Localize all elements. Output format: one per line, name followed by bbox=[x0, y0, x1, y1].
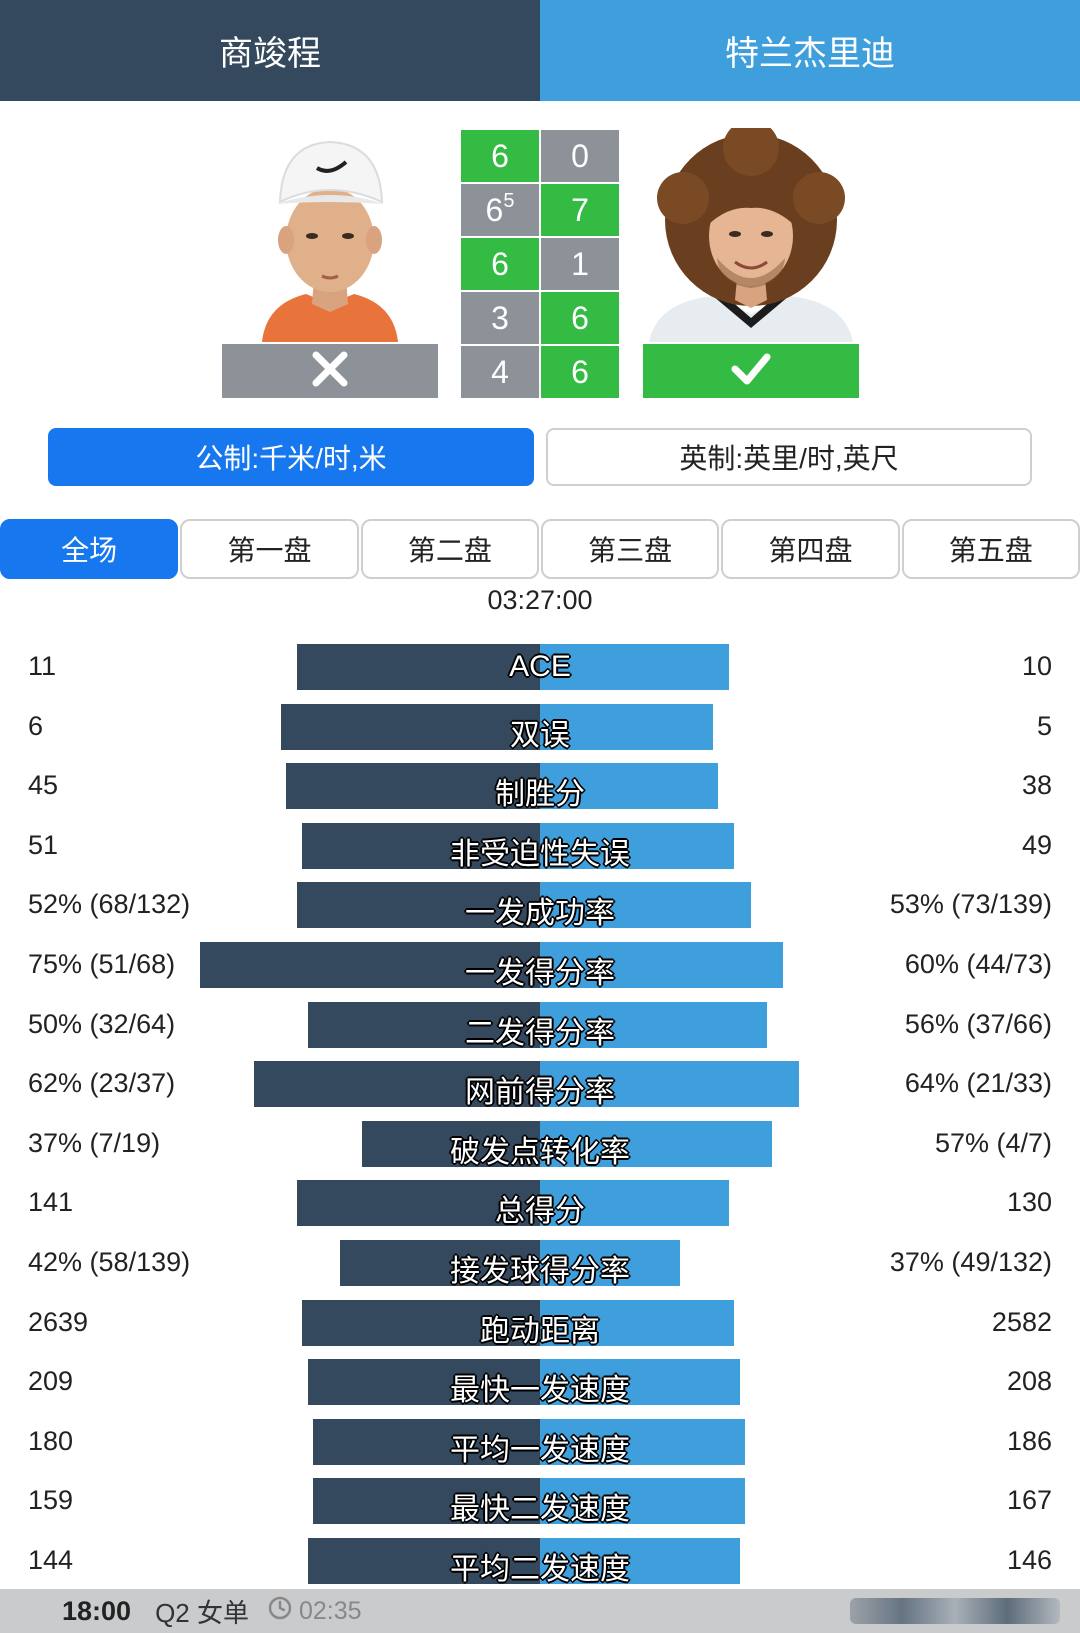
set-score-grid: 60657613646 bbox=[461, 130, 621, 400]
stat-label: 总得分 bbox=[495, 1195, 585, 1229]
match-duration: 03:27:00 bbox=[487, 585, 593, 615]
tab-set-3[interactable]: 第三盘 bbox=[540, 519, 720, 579]
bottom-ticker[interactable]: 18:00 Q2 女单 02:35 bbox=[0, 1589, 1080, 1633]
player1-set-score: 6 bbox=[461, 238, 539, 290]
player-header: 商竣程 特兰杰里迪 bbox=[0, 0, 1080, 101]
stat-row: 2639 2582 跑动距离 bbox=[0, 1296, 1080, 1356]
ticker-tournament: Q2 女单 bbox=[155, 1597, 249, 1628]
tiebreak-score: 5 bbox=[503, 190, 515, 212]
ticker-time: 18:00 bbox=[62, 1595, 132, 1626]
player2-set-score: 7 bbox=[541, 184, 619, 236]
player1-set-score: 6 bbox=[461, 130, 539, 182]
clock-icon bbox=[267, 1595, 299, 1628]
stat-row: 37% (7/19) 57% (4/7) 破发点转化率 bbox=[0, 1117, 1080, 1177]
set-score-row: 657 bbox=[461, 184, 621, 236]
player1-name-tab[interactable]: 商竣程 bbox=[0, 0, 540, 101]
tab-set-1[interactable]: 第一盘 bbox=[180, 519, 359, 579]
player2-set-score: 6 bbox=[541, 292, 619, 344]
stat-row: 62% (23/37) 64% (21/33) 网前得分率 bbox=[0, 1057, 1080, 1117]
player2-set-score: 1 bbox=[541, 238, 619, 290]
stat-row: 144 146 平均二发速度 bbox=[0, 1534, 1080, 1594]
ticker-elapsed-text: 02:35 bbox=[298, 1596, 362, 1625]
stat-row: 50% (32/64) 56% (37/66) 二发得分率 bbox=[0, 998, 1080, 1058]
stat-label: 双误 bbox=[510, 718, 570, 752]
set-score-row: 46 bbox=[461, 346, 621, 398]
stat-row: 75% (51/68) 60% (44/73) 一发得分率 bbox=[0, 938, 1080, 998]
set-score-row: 60 bbox=[461, 130, 621, 182]
player1-photo bbox=[222, 128, 438, 342]
stat-label: ACE bbox=[509, 650, 571, 683]
set-score-row: 61 bbox=[461, 238, 621, 290]
ticker-elapsed: 02:35 bbox=[267, 1595, 362, 1628]
check-icon bbox=[729, 349, 773, 394]
stat-row: 209 208 最快一发速度 bbox=[0, 1355, 1080, 1415]
player2-photo bbox=[643, 128, 859, 342]
tab-full-match[interactable]: 全场 bbox=[0, 519, 179, 579]
cross-icon bbox=[310, 349, 350, 394]
tab-set-4[interactable]: 第四盘 bbox=[721, 519, 900, 579]
set-score-row: 36 bbox=[461, 292, 621, 344]
ticker-blurred-content bbox=[850, 1598, 1060, 1624]
tab-set-2[interactable]: 第二盘 bbox=[360, 519, 539, 579]
stat-label: 平均一发速度 bbox=[450, 1433, 630, 1467]
stat-label: 破发点转化率 bbox=[450, 1135, 630, 1169]
stat-row: 52% (68/132) 53% (73/139) 一发成功率 bbox=[0, 878, 1080, 938]
stat-row: 51 49 非受迫性失误 bbox=[0, 819, 1080, 879]
stat-row: 42% (58/139) 37% (49/132) 接发球得分率 bbox=[0, 1236, 1080, 1296]
stat-label: 平均二发速度 bbox=[450, 1552, 630, 1586]
stat-label: 非受迫性失误 bbox=[450, 837, 630, 871]
stat-label: 一发成功率 bbox=[465, 897, 615, 931]
stat-row: 45 38 制胜分 bbox=[0, 759, 1080, 819]
stat-row: 6 5 双误 bbox=[0, 700, 1080, 760]
tab-set-5[interactable]: 第五盘 bbox=[901, 519, 1080, 579]
stat-label: 二发得分率 bbox=[465, 1016, 615, 1050]
stat-label: 一发得分率 bbox=[465, 956, 615, 990]
stat-label: 制胜分 bbox=[495, 778, 585, 812]
stat-label: 最快二发速度 bbox=[450, 1493, 630, 1527]
player1-result-bar bbox=[222, 344, 438, 398]
imperial-unit-button[interactable]: 英制:英里/时,英尺 bbox=[546, 428, 1032, 486]
player2-name-tab[interactable]: 特兰杰里迪 bbox=[540, 0, 1080, 101]
stat-row: 180 186 平均一发速度 bbox=[0, 1415, 1080, 1475]
stat-row: 141 130 总得分 bbox=[0, 1176, 1080, 1236]
metric-unit-button[interactable]: 公制:千米/时,米 bbox=[48, 428, 534, 486]
set-tabs: 全场 第一盘 第二盘 第三盘 第四盘 第五盘 bbox=[0, 519, 1080, 579]
stat-row: 11 10 ACE bbox=[0, 640, 1080, 700]
stats-list: 11 10 ACE 6 5 双误 45 38 制胜分 51 49 非受迫性失误 52% (68/132)… bbox=[0, 640, 1080, 1594]
stat-label: 最快一发速度 bbox=[450, 1374, 630, 1408]
player1-set-score: 4 bbox=[461, 346, 539, 398]
player2-result-bar bbox=[643, 344, 859, 398]
stat-label: 跑动距离 bbox=[480, 1314, 600, 1348]
stat-label: 接发球得分率 bbox=[450, 1254, 630, 1288]
player2-set-score: 6 bbox=[541, 346, 619, 398]
stat-label: 网前得分率 bbox=[465, 1076, 615, 1110]
player2-set-score: 0 bbox=[541, 130, 619, 182]
stat-row: 159 167 最快二发速度 bbox=[0, 1474, 1080, 1534]
player1-set-score: 3 bbox=[461, 292, 539, 344]
player1-set-score: 65 bbox=[461, 184, 539, 236]
